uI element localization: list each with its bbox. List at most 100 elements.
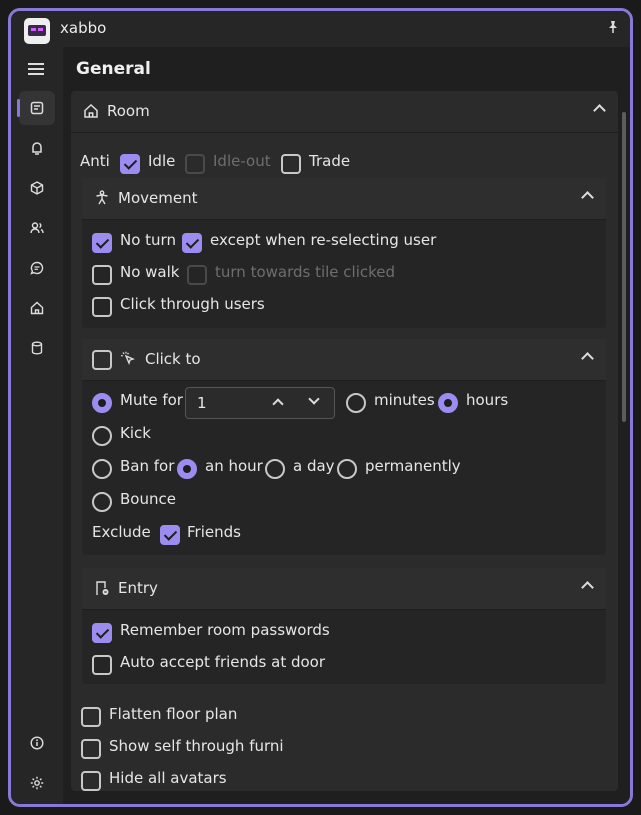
nav-general[interactable]	[17, 91, 55, 125]
auto-accept-label: Auto accept friends at door	[120, 653, 326, 671]
nav-friends[interactable]	[19, 211, 55, 245]
home-icon	[30, 301, 44, 315]
nav-about[interactable]	[19, 726, 55, 760]
movement-section-header[interactable]: Movement	[82, 178, 606, 220]
bounce-label: Bounce	[120, 490, 176, 508]
title-bar: xabbo	[11, 11, 630, 47]
entry-title: Entry	[118, 579, 158, 597]
anti-label: Anti	[80, 152, 110, 170]
nav-settings[interactable]	[19, 766, 55, 800]
exclude-friends-checkbox[interactable]	[160, 525, 180, 545]
info-icon	[30, 736, 44, 750]
room-section: Room Anti Idle Idle-out Trade Movement N…	[71, 91, 618, 791]
page-title: General	[76, 59, 151, 79]
sidebar	[11, 47, 63, 804]
chevron-up-icon[interactable]	[272, 398, 284, 410]
bell-icon	[32, 142, 42, 155]
pointer-click-icon	[120, 351, 135, 365]
auto-accept-checkbox[interactable]	[92, 655, 112, 675]
ban-day-label: a day	[293, 457, 335, 475]
room-section-header[interactable]: Room	[71, 91, 618, 133]
click-to-enable-checkbox[interactable]	[92, 350, 112, 370]
remember-passwords-label: Remember room passwords	[120, 621, 330, 639]
ban-permanent-radio[interactable]	[337, 459, 357, 479]
kick-label: Kick	[120, 424, 151, 442]
hours-radio[interactable]	[438, 393, 458, 413]
chevron-up-icon[interactable]	[581, 352, 594, 365]
exclude-label: Exclude	[92, 523, 151, 541]
ban-for-radio[interactable]	[92, 459, 112, 479]
hamburger-menu-icon[interactable]	[28, 63, 44, 75]
box-icon	[30, 181, 44, 195]
nav-database[interactable]	[19, 331, 55, 365]
ban-permanent-label: permanently	[365, 457, 461, 475]
remember-passwords-checkbox[interactable]	[92, 623, 112, 643]
entry-section-header[interactable]: Entry	[82, 568, 606, 610]
trade-checkbox[interactable]	[281, 154, 301, 174]
main-content: General Room Anti Idle Idle-out Trade Mo…	[63, 47, 630, 804]
document-icon	[30, 101, 44, 115]
click-to-title: Click to	[145, 350, 201, 368]
idle-out-label: Idle-out	[213, 152, 271, 170]
database-icon	[31, 341, 43, 355]
person-walking-icon	[96, 190, 108, 205]
nav-profile[interactable]	[19, 131, 55, 165]
mute-for-label: Mute for	[120, 391, 183, 409]
show-self-checkbox[interactable]	[81, 739, 101, 759]
room-title: Room	[107, 102, 150, 120]
hours-label: hours	[466, 391, 509, 409]
idle-checkbox[interactable]	[120, 154, 140, 174]
nav-chat[interactable]	[19, 251, 55, 285]
exclude-friends-label: Friends	[187, 523, 241, 541]
app-logo-icon	[24, 18, 50, 44]
click-to-section-header[interactable]: Click to	[82, 339, 606, 381]
except-reselect-checkbox[interactable]	[182, 233, 202, 253]
chevron-up-icon[interactable]	[581, 581, 594, 594]
movement-title: Movement	[118, 189, 198, 207]
no-walk-checkbox[interactable]	[92, 265, 112, 285]
trade-label: Trade	[309, 152, 351, 170]
click-through-checkbox[interactable]	[92, 297, 112, 317]
ban-day-radio[interactable]	[265, 459, 285, 479]
ban-hour-label: an hour	[205, 457, 263, 475]
idle-label: Idle	[148, 152, 176, 170]
ban-hour-radio[interactable]	[177, 459, 197, 479]
home-icon	[84, 103, 98, 118]
nav-inventory[interactable]	[19, 171, 55, 205]
flatten-floor-checkbox[interactable]	[81, 707, 101, 727]
click-to-section: Click to Mute for 1 minutes hours Kick B…	[82, 339, 606, 555]
pin-icon[interactable]	[606, 20, 620, 34]
scrollbar[interactable]	[622, 112, 626, 422]
idle-out-checkbox[interactable]	[185, 154, 205, 174]
minutes-radio[interactable]	[346, 393, 366, 413]
app-title: xabbo	[60, 19, 107, 37]
flatten-floor-label: Flatten floor plan	[109, 705, 238, 723]
chevron-down-icon[interactable]	[308, 393, 320, 405]
ban-for-label: Ban for	[120, 457, 175, 475]
kick-radio[interactable]	[92, 426, 112, 446]
chevron-up-icon[interactable]	[581, 191, 594, 204]
no-turn-checkbox[interactable]	[92, 233, 112, 253]
no-walk-label: No walk	[120, 263, 180, 281]
nav-room[interactable]	[19, 291, 55, 325]
minutes-label: minutes	[374, 391, 435, 409]
turn-towards-checkbox[interactable]	[187, 265, 207, 285]
hide-avatars-label: Hide all avatars	[109, 769, 227, 787]
show-self-label: Show self through furni	[109, 737, 284, 755]
hide-avatars-checkbox[interactable]	[81, 771, 101, 791]
mute-for-radio[interactable]	[92, 393, 112, 413]
bounce-radio[interactable]	[92, 492, 112, 512]
chevron-up-icon[interactable]	[593, 104, 606, 117]
no-turn-label: No turn	[120, 231, 176, 249]
turn-towards-label: turn towards tile clicked	[215, 263, 396, 281]
entry-section: Entry Remember room passwords Auto accep…	[82, 568, 606, 684]
mute-duration-value[interactable]: 1	[197, 394, 207, 412]
chat-bubble-icon	[30, 261, 44, 275]
mute-duration-stepper[interactable]: 1	[185, 387, 335, 419]
users-icon	[30, 222, 44, 234]
door-icon	[96, 581, 109, 595]
gear-icon	[30, 776, 44, 790]
movement-section: Movement No turn except when re-selectin…	[82, 178, 606, 328]
app-window: xabbo General Room Anti Idle Idle-out Tr…	[8, 8, 633, 807]
except-reselect-label: except when re-selecting user	[210, 231, 437, 249]
